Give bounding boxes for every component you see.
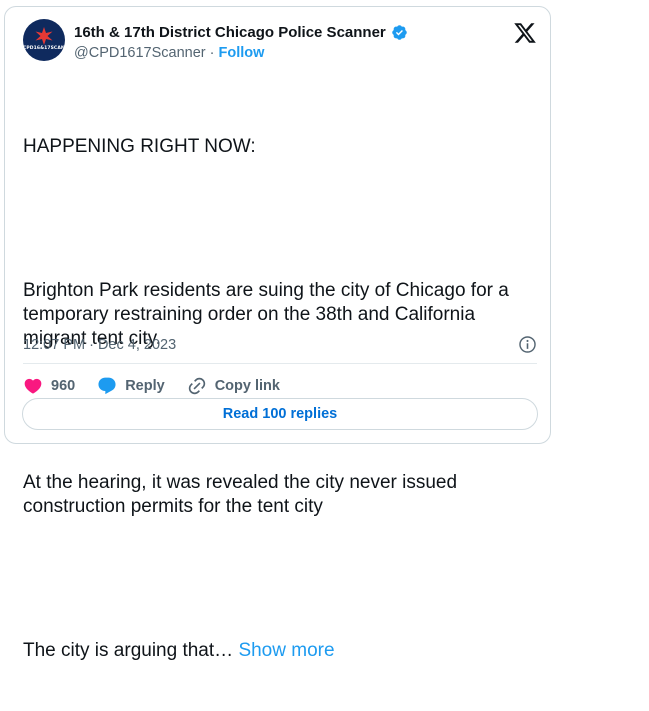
tweet-paragraph: HAPPENING RIGHT NOW: xyxy=(23,136,256,157)
divider xyxy=(23,363,537,364)
show-more-link[interactable]: Show more xyxy=(238,640,334,661)
avatar[interactable]: CPD16&17SCANNER xyxy=(23,19,65,61)
reply-button[interactable]: Reply xyxy=(97,376,165,396)
follow-button[interactable]: Follow xyxy=(219,45,265,61)
display-name[interactable]: 16th & 17th District Chicago Police Scan… xyxy=(74,24,386,41)
copy-link-button[interactable]: Copy link xyxy=(187,376,280,396)
chicago-star-icon xyxy=(35,27,53,45)
tweet-paragraph: The city is arguing that… xyxy=(23,640,239,661)
timestamp[interactable]: 12:07 PM · Dec 4, 2023 xyxy=(23,337,176,353)
avatar-text: CPD16&17SCANNER xyxy=(23,46,65,51)
link-icon xyxy=(188,377,205,395)
verified-badge-icon xyxy=(392,25,407,40)
copy-link-label: Copy link xyxy=(214,378,280,394)
reply-label: Reply xyxy=(125,378,165,394)
tweet-card[interactable]: CPD16&17SCANNER 16th & 17th District Chi… xyxy=(4,6,551,661)
tweet-paragraph: At the hearing, it was revealed the city… xyxy=(23,472,463,517)
like-count: 960 xyxy=(51,378,76,394)
handle-row: @CPD1617Scanner · Follow xyxy=(74,45,264,61)
action-bar: 960 Reply Copy link xyxy=(23,375,302,397)
heart-icon xyxy=(24,378,42,394)
read-replies-button[interactable]: Read 100 replies xyxy=(22,398,538,430)
handle[interactable]: @CPD1617Scanner xyxy=(74,45,206,61)
info-icon[interactable] xyxy=(518,335,537,354)
x-logo-icon[interactable] xyxy=(513,21,537,45)
like-button[interactable]: 960 xyxy=(23,376,75,396)
reply-bubble-icon xyxy=(98,377,116,395)
handle-separator: · xyxy=(205,45,219,61)
tweet-paragraph-last: The city is arguing that… Show more xyxy=(23,639,543,663)
author-name-row: 16th & 17th District Chicago Police Scan… xyxy=(74,24,408,41)
